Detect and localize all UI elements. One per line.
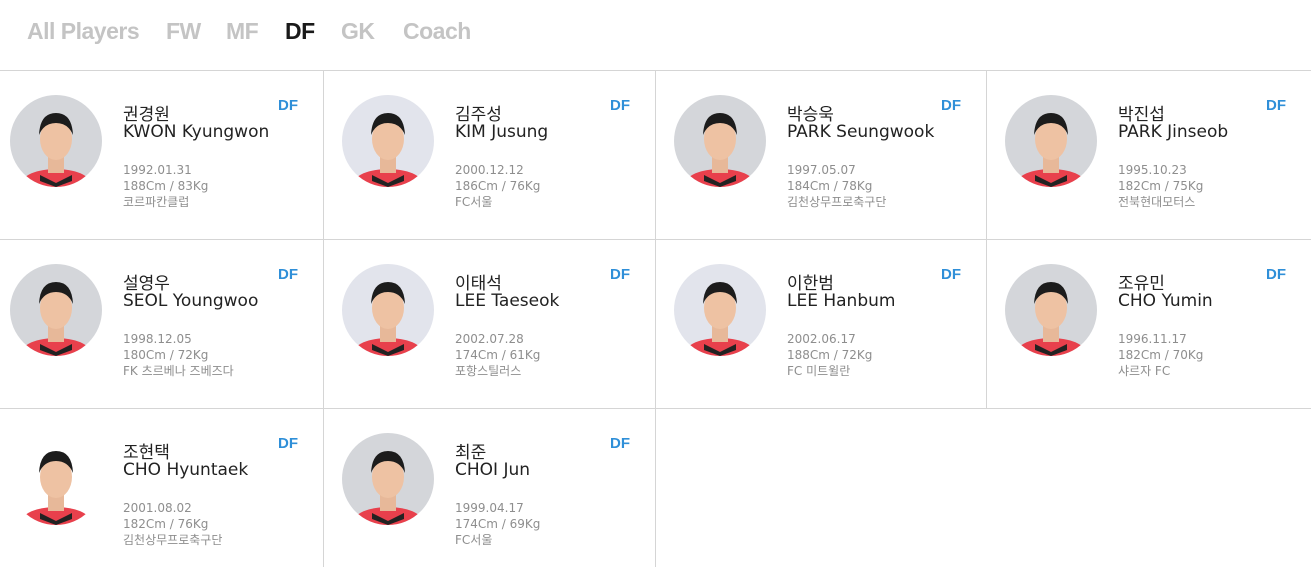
position-badge: DF [278,266,298,283]
player-name-english: CHO Yumin [1118,291,1213,311]
player-photo [10,264,102,356]
player-photo [1005,95,1097,187]
player-photo [342,433,434,525]
player-height-weight: 180Cm / 72Kg [123,348,209,362]
player-photo [674,95,766,187]
player-club: FC 미트윌란 [787,364,851,378]
player-name-english: LEE Hanbum [787,291,896,311]
player-name-english: PARK Jinseob [1118,122,1229,142]
player-card[interactable]: DF 최준 CHOI Jun 1999.04.17 174Cm / 69Kg F… [324,409,656,567]
player-card[interactable]: DF 박승욱 PARK Seungwook 1997.05.07 184Cm /… [656,71,987,240]
player-info: 2002.06.17 188Cm / 72Kg FC 미트윌란 [787,331,872,379]
position-badge: DF [1266,97,1286,114]
tab-mf[interactable]: MF [226,18,259,45]
player-photo [10,95,102,187]
player-club: 샤르자 FC [1118,364,1171,378]
player-info: 2001.08.02 182Cm / 76Kg 김천상무프로축구단 [123,500,222,548]
player-club: FK 츠르베나 즈베즈다 [123,364,234,378]
player-name-english: CHOI Jun [455,460,531,480]
player-birthdate: 1996.11.17 [1118,332,1187,346]
player-birthdate: 2002.07.28 [455,332,524,346]
player-birthdate: 2000.12.12 [455,163,524,177]
player-birthdate: 1997.05.07 [787,163,856,177]
player-height-weight: 174Cm / 61Kg [455,348,541,362]
player-photo [10,433,102,525]
position-filter-tabs: All Players FW MF DF GK Coach [0,0,1311,71]
player-birthdate: 1992.01.31 [123,163,192,177]
position-badge: DF [278,435,298,452]
position-badge: DF [941,266,961,283]
player-info: 1992.01.31 188Cm / 83Kg 코르파칸클럽 [123,162,208,210]
player-card[interactable]: DF 권경원 KWON Kyungwon 1992.01.31 188Cm / … [0,71,324,240]
position-badge: DF [278,97,298,114]
player-club: 코르파칸클럽 [123,195,190,209]
player-photo [1005,264,1097,356]
player-card[interactable]: DF 이한범 LEE Hanbum 2002.06.17 188Cm / 72K… [656,240,987,409]
position-badge: DF [610,266,630,283]
player-club: 전북현대모터스 [1118,195,1196,209]
player-club: 김천상무프로축구단 [123,533,223,547]
player-name-english: KIM Jusung [455,122,549,142]
player-card[interactable]: DF 박진섭 PARK Jinseob 1995.10.23 182Cm / 7… [987,71,1311,240]
player-height-weight: 188Cm / 83Kg [123,179,209,193]
player-birthdate: 1998.12.05 [123,332,192,346]
player-height-weight: 182Cm / 76Kg [123,517,209,531]
player-height-weight: 186Cm / 76Kg [455,179,541,193]
player-card[interactable]: DF 설영우 SEOL Youngwoo 1998.12.05 180Cm / … [0,240,324,409]
player-grid: DF 권경원 KWON Kyungwon 1992.01.31 188Cm / … [0,71,1311,567]
player-height-weight: 182Cm / 75Kg [1118,179,1204,193]
player-name-english: KWON Kyungwon [123,122,270,142]
player-info: 1996.11.17 182Cm / 70Kg 샤르자 FC [1118,331,1203,379]
tab-fw[interactable]: FW [166,18,201,45]
player-height-weight: 174Cm / 69Kg [455,517,541,531]
player-name-english: PARK Seungwook [787,122,935,142]
player-card[interactable]: DF 이태석 LEE Taeseok 2002.07.28 174Cm / 61… [324,240,656,409]
tab-coach[interactable]: Coach [403,18,471,45]
player-birthdate: 2002.06.17 [787,332,856,346]
tab-df[interactable]: DF [285,18,315,45]
player-card[interactable]: DF 조유민 CHO Yumin 1996.11.17 182Cm / 70Kg… [987,240,1311,409]
player-photo [674,264,766,356]
player-height-weight: 188Cm / 72Kg [787,348,873,362]
player-photo [342,95,434,187]
player-name-english: CHO Hyuntaek [123,460,249,480]
position-badge: DF [610,435,630,452]
player-card[interactable]: DF 조현택 CHO Hyuntaek 2001.08.02 182Cm / 7… [0,409,324,567]
player-height-weight: 182Cm / 70Kg [1118,348,1204,362]
player-info: 1997.05.07 184Cm / 78Kg 김천상무프로축구단 [787,162,886,210]
player-height-weight: 184Cm / 78Kg [787,179,873,193]
tab-all-players[interactable]: All Players [27,18,140,45]
player-club: 김천상무프로축구단 [787,195,887,209]
player-name-english: LEE Taeseok [455,291,560,311]
tab-gk[interactable]: GK [341,18,375,45]
player-club: FC서울 [455,195,493,209]
player-name-english: SEOL Youngwoo [123,291,259,311]
player-club: FC서울 [455,533,493,547]
player-info: 1999.04.17 174Cm / 69Kg FC서울 [455,500,540,548]
player-birthdate: 2001.08.02 [123,501,192,515]
position-badge: DF [941,97,961,114]
player-info: 1998.12.05 180Cm / 72Kg FK 츠르베나 즈베즈다 [123,331,234,379]
player-info: 2000.12.12 186Cm / 76Kg FC서울 [455,162,540,210]
player-photo [342,264,434,356]
player-info: 1995.10.23 182Cm / 75Kg 전북현대모터스 [1118,162,1203,210]
position-badge: DF [1266,266,1286,283]
player-card[interactable]: DF 김주성 KIM Jusung 2000.12.12 186Cm / 76K… [324,71,656,240]
player-birthdate: 1999.04.17 [455,501,524,515]
player-club: 포항스틸러스 [455,364,522,378]
position-badge: DF [610,97,630,114]
player-birthdate: 1995.10.23 [1118,163,1187,177]
player-info: 2002.07.28 174Cm / 61Kg 포항스틸러스 [455,331,540,379]
